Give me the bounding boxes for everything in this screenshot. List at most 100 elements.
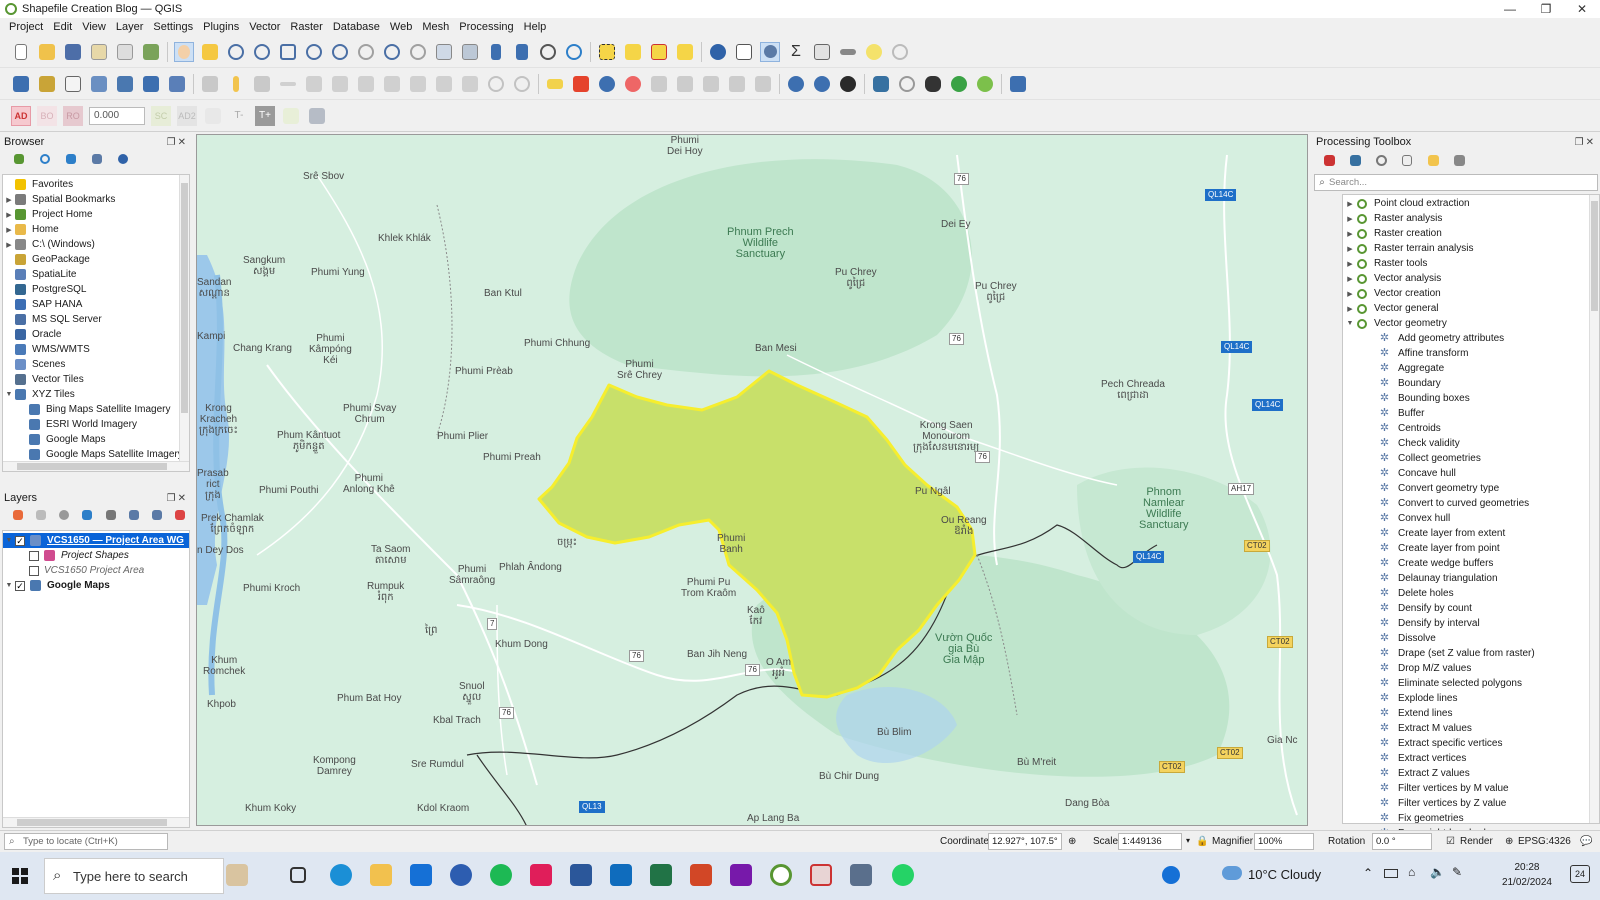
menu-mesh[interactable]: Mesh	[417, 21, 454, 33]
toolbox-algorithm[interactable]: ✲ Concave hull	[1343, 466, 1599, 481]
modify-attributes-icon[interactable]	[356, 74, 376, 94]
advanced-digitizing-button[interactable]: AD	[11, 105, 31, 126]
volume-icon[interactable]: 🔈	[1430, 865, 1445, 879]
toggle-labels-icon[interactable]	[623, 74, 643, 94]
expand-arrow-icon[interactable]: ▶	[1343, 305, 1357, 313]
browser-item[interactable]: Favorites	[3, 177, 189, 192]
browser-item[interactable]: MS SQL Server	[3, 312, 189, 327]
rotation-button[interactable]: RO	[63, 105, 83, 126]
taskbar-search-input[interactable]: ⌕ Type here to search	[44, 858, 224, 894]
options-icon[interactable]	[1449, 150, 1469, 170]
zoom-last-icon[interactable]	[382, 42, 402, 62]
toolbox-group[interactable]: ▼ Vector geometry	[1343, 316, 1599, 331]
browser-item[interactable]: WMS/WMTS	[3, 342, 189, 357]
snap-button[interactable]: SC	[151, 105, 171, 126]
expand-arrow-icon[interactable]: ▶	[1343, 200, 1357, 208]
digitize-line-icon[interactable]	[278, 74, 298, 94]
toolbox-algorithm[interactable]: ✲ Extract specific vertices	[1343, 736, 1599, 751]
expand-arrow-icon[interactable]: ▼	[3, 391, 15, 398]
browser-item[interactable]: ▶ Home	[3, 222, 189, 237]
highlight-pinned-labels-icon[interactable]	[597, 74, 617, 94]
expand-arrow-icon[interactable]: ▶	[1343, 290, 1357, 298]
change-label-icon[interactable]	[753, 74, 773, 94]
new-temporary-layer-icon[interactable]	[89, 74, 109, 94]
scripts-icon[interactable]	[1345, 150, 1365, 170]
statistics-sigma-icon[interactable]: Σ	[786, 42, 806, 62]
toolbox-group[interactable]: ▶ Raster creation	[1343, 226, 1599, 241]
diagram-options-icon[interactable]	[571, 74, 591, 94]
word-icon[interactable]	[570, 864, 592, 886]
menu-layer[interactable]: Layer	[111, 21, 149, 33]
toolbox-algorithm[interactable]: ✲ Convex hull	[1343, 511, 1599, 526]
browser-scrollbar[interactable]	[179, 175, 189, 461]
spotify-icon[interactable]	[490, 864, 512, 886]
digitize-polygon-icon[interactable]	[304, 74, 324, 94]
panel-float-close-icon[interactable]: ❐✕	[1575, 137, 1596, 148]
toolbox-group[interactable]: ▶ Vector creation	[1343, 286, 1599, 301]
layer-item[interactable]: Project Shapes	[3, 548, 189, 563]
zoom-next-icon[interactable]	[408, 42, 428, 62]
browser-item[interactable]: ▼ XYZ Tiles	[3, 387, 189, 402]
map-canvas[interactable]: Phumi Dei Hoy Srê Sbov Khlek Khlák Phnum Pr…	[196, 134, 1308, 826]
pin-labels-icon[interactable]	[649, 74, 669, 94]
toolbox-algorithm[interactable]: ✲ Collect geometries	[1343, 451, 1599, 466]
undo-icon[interactable]	[486, 74, 506, 94]
new-bookmark-icon[interactable]	[486, 42, 506, 62]
excel-icon[interactable]	[650, 864, 672, 886]
new-map-view-icon[interactable]	[434, 42, 454, 62]
app-icon[interactable]	[850, 864, 872, 886]
collapse-all-icon[interactable]	[149, 505, 166, 525]
scale-dropdown-icon[interactable]: ▾	[1186, 836, 1190, 845]
network-icon[interactable]: ⌂	[1408, 865, 1415, 879]
toolbox-algorithm[interactable]: ✲ Aggregate	[1343, 361, 1599, 376]
toolbox-algorithm[interactable]: ✲ Boundary	[1343, 376, 1599, 391]
cut-features-icon[interactable]	[408, 74, 428, 94]
render-checkbox[interactable]: ☑	[1446, 836, 1455, 847]
open-field-calculator-icon[interactable]	[812, 42, 832, 62]
toolbox-icon[interactable]	[760, 41, 780, 62]
toolbox-algorithm[interactable]: ✲ Filter vertices by Z value	[1343, 796, 1599, 811]
toolbox-algorithm[interactable]: ✲ Check validity	[1343, 436, 1599, 451]
browser-item[interactable]: Scenes	[3, 357, 189, 372]
coordinate-field[interactable]: 12.927°, 107.5°	[988, 833, 1062, 850]
new-print-layout-icon[interactable]	[89, 42, 109, 62]
save-edits-icon[interactable]	[252, 74, 272, 94]
toolbox-algorithm[interactable]: ✲ Fix geometries	[1343, 811, 1599, 826]
toolbox-algorithm[interactable]: ✲ Bounding boxes	[1343, 391, 1599, 406]
menu-settings[interactable]: Settings	[148, 21, 198, 33]
pen-icon[interactable]: ✎	[1452, 865, 1462, 879]
new-virtual-layer-icon[interactable]	[115, 74, 135, 94]
open-layer-styling-icon[interactable]	[9, 505, 26, 525]
copy-features-icon[interactable]	[434, 74, 454, 94]
layer-item[interactable]: ▼ ✓ Google Maps	[3, 578, 189, 593]
manage-map-themes-icon[interactable]	[56, 505, 73, 525]
rotate-label-icon[interactable]	[727, 74, 747, 94]
select-features-icon[interactable]	[597, 42, 617, 62]
python-console-icon[interactable]	[871, 74, 891, 94]
pan-map-icon[interactable]	[174, 41, 194, 62]
menu-project[interactable]: Project	[4, 21, 48, 33]
toolbox-scrollbar[interactable]	[1589, 195, 1599, 823]
toolbox-algorithm[interactable]: ✲ Add geometry attributes	[1343, 331, 1599, 346]
toolbox-algorithm[interactable]: ✲ Eliminate selected polygons	[1343, 676, 1599, 691]
toggle-extents-icon[interactable]: ⊕	[1068, 836, 1076, 847]
browser-item[interactable]: Vector Tiles	[3, 372, 189, 387]
browser-item[interactable]: SpatiaLite	[3, 267, 189, 282]
collapse-all-icon[interactable]	[87, 149, 107, 169]
data-source-manager-icon[interactable]	[11, 74, 31, 94]
toolbox-algorithm[interactable]: ✲ Delaunay triangulation	[1343, 571, 1599, 586]
snipping-tool-icon[interactable]	[810, 864, 832, 886]
battery-icon[interactable]	[1384, 869, 1398, 878]
expand-arrow-icon[interactable]: ▶	[1343, 275, 1357, 283]
add-button[interactable]: AD2	[177, 105, 197, 126]
toolbox-algorithm[interactable]: ✲ Centroids	[1343, 421, 1599, 436]
tray-chevron-icon[interactable]: ⌃	[1363, 866, 1373, 880]
onenote-icon[interactable]	[730, 864, 752, 886]
toolbox-group[interactable]: ▶ Point cloud extraction	[1343, 196, 1599, 211]
crs-button[interactable]: EPSG:4326	[1518, 836, 1571, 847]
zoom-full-icon[interactable]	[278, 42, 298, 62]
refresh-icon[interactable]	[564, 42, 584, 62]
expand-arrow-icon[interactable]: ▶	[3, 226, 15, 234]
locator-settings-icon[interactable]	[890, 42, 910, 62]
toolbox-algorithm[interactable]: ✲ Drop M/Z values	[1343, 661, 1599, 676]
